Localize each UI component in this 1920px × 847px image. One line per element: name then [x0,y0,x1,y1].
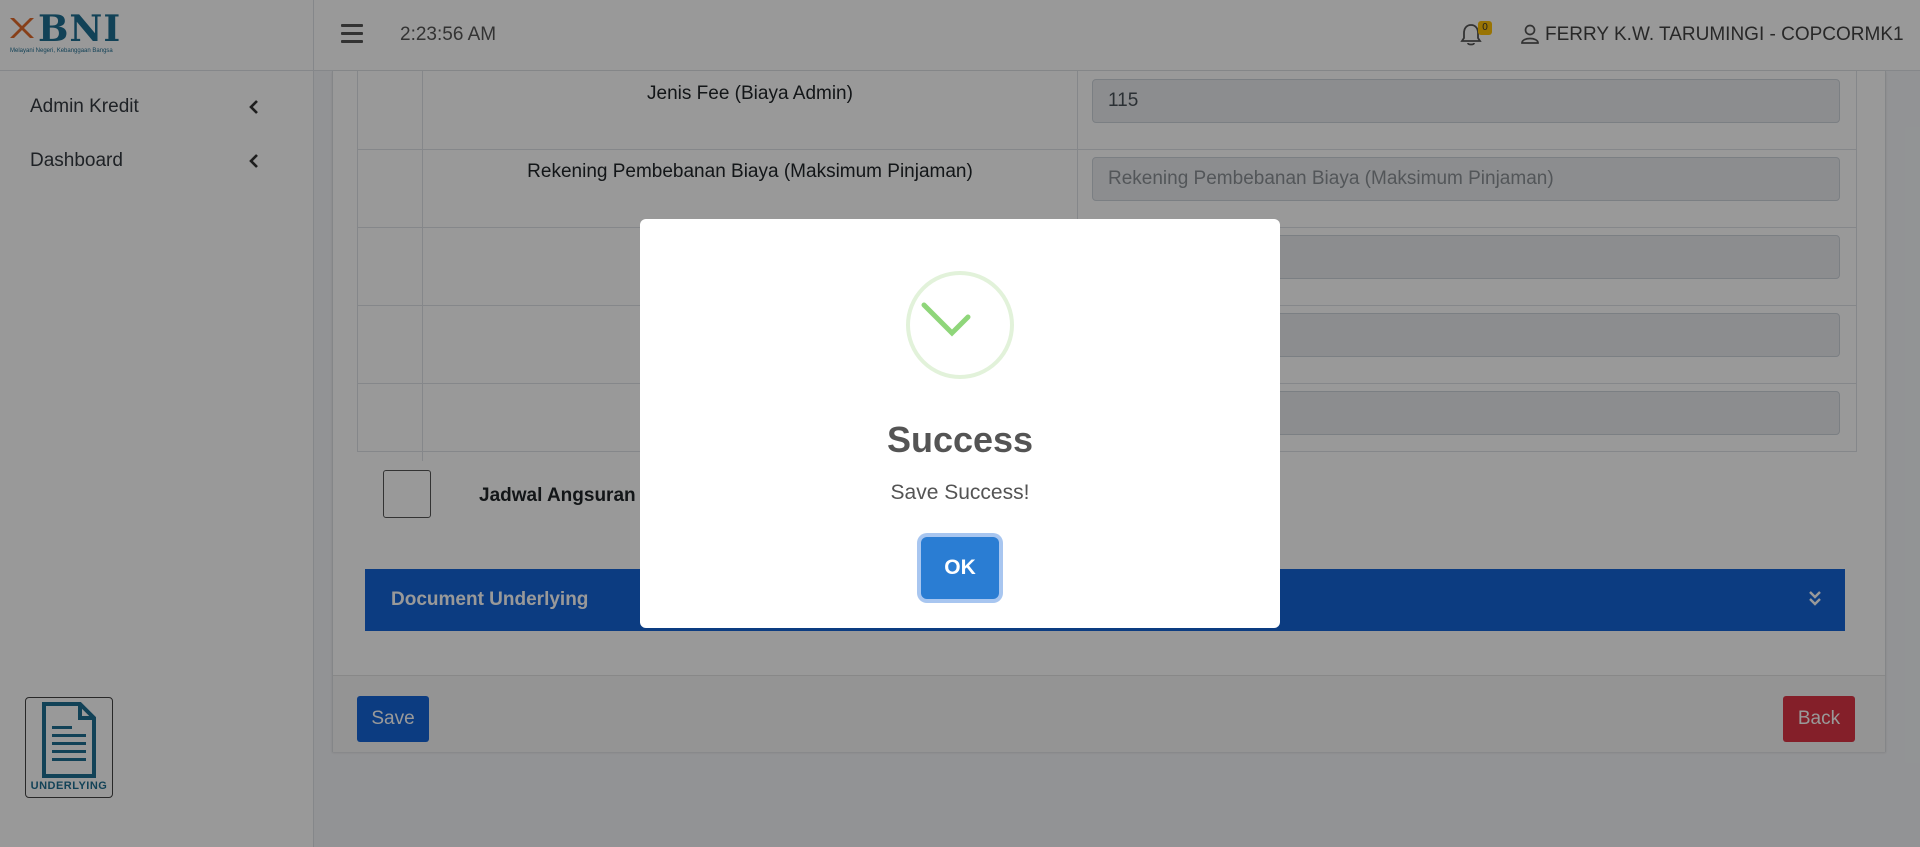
success-dialog: Success Save Success! OK [640,219,1280,628]
dialog-title: Success [886,419,1034,460]
success-check-icon [906,271,1014,379]
ok-button[interactable]: OK [921,537,999,599]
dialog-message: Save Success! [890,481,1030,504]
